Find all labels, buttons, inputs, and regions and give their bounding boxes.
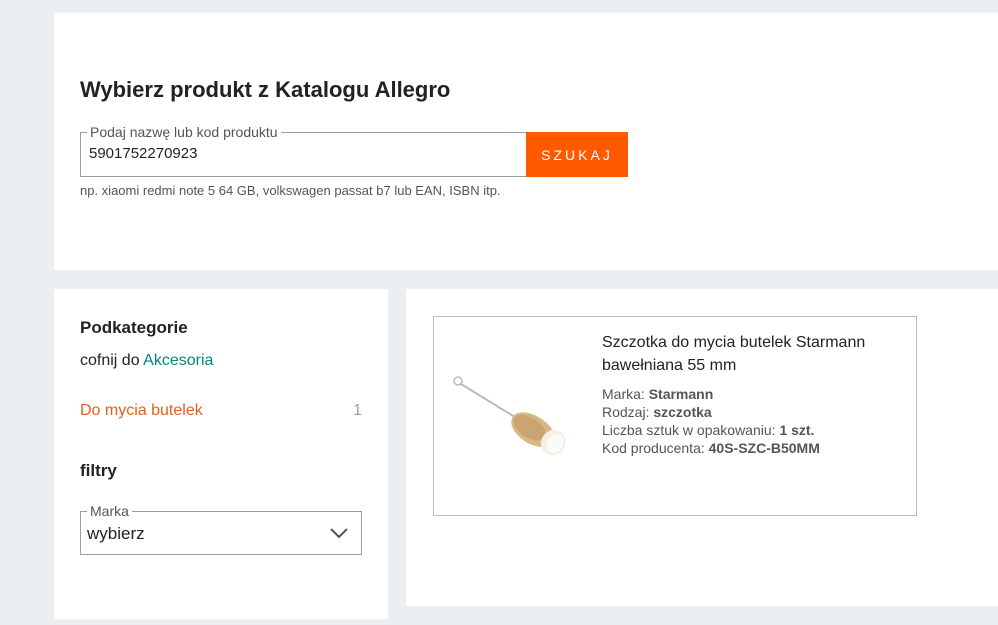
subcategories-heading: Podkategorie <box>80 318 188 337</box>
brand-filter-select[interactable]: Marka wybierz <box>80 502 362 555</box>
results-panel: Szczotka do mycia butelek Starmann baweł… <box>406 289 998 606</box>
product-card[interactable]: Szczotka do mycia butelek Starmann baweł… <box>433 316 917 516</box>
back-link-row: cofnij do Akcesoria <box>80 352 213 370</box>
brand-filter-label: Marka <box>87 502 132 520</box>
param-label: Kod producenta: <box>602 440 709 456</box>
param-row: Kod producenta: 40S-SZC-B50MM <box>602 439 820 457</box>
subcategory-count: 1 <box>353 402 362 419</box>
product-title[interactable]: Szczotka do mycia butelek Starmann baweł… <box>602 331 902 377</box>
param-value: 1 szt. <box>779 422 815 438</box>
product-image <box>453 376 566 456</box>
param-row: Liczba sztuk w opakowaniu: 1 szt. <box>602 421 820 439</box>
filters-heading: filtry <box>80 461 117 480</box>
search-input[interactable] <box>89 145 509 162</box>
search-button[interactable]: SZUKAJ <box>526 132 628 177</box>
param-row: Marka: Starmann <box>602 385 820 403</box>
param-value: 40S-SZC-B50MM <box>708 440 820 456</box>
param-label: Liczba sztuk w opakowaniu: <box>602 422 780 438</box>
param-label: Marka: <box>602 386 649 402</box>
product-search-field[interactable]: Podaj nazwę lub kod produktu <box>80 123 527 177</box>
subcategory-item[interactable]: Do mycia butelek 1 <box>80 402 362 420</box>
brand-filter-value: wybierz <box>87 524 145 543</box>
back-prefix: cofnij do <box>80 352 144 369</box>
subcategory-label[interactable]: Do mycia butelek <box>80 402 203 420</box>
sidebar: Podkategorie cofnij do Akcesoria Do myci… <box>54 289 388 619</box>
param-value: szczotka <box>653 404 712 420</box>
search-field-label: Podaj nazwę lub kod produktu <box>87 123 281 141</box>
page-title: Wybierz produkt z Katalogu Allegro <box>80 77 451 102</box>
search-hint: np. xiaomi redmi note 5 64 GB, volkswage… <box>80 183 501 198</box>
back-to-category-link[interactable]: Akcesoria <box>143 352 213 369</box>
chevron-down-icon <box>330 528 348 539</box>
param-value: Starmann <box>648 386 714 402</box>
param-row: Rodzaj: szczotka <box>602 403 820 421</box>
param-label: Rodzaj: <box>602 404 654 420</box>
product-search-panel: Wybierz produkt z Katalogu Allegro Podaj… <box>54 13 998 270</box>
product-params: Marka: Starmann Rodzaj: szczotka Liczba … <box>602 385 820 457</box>
